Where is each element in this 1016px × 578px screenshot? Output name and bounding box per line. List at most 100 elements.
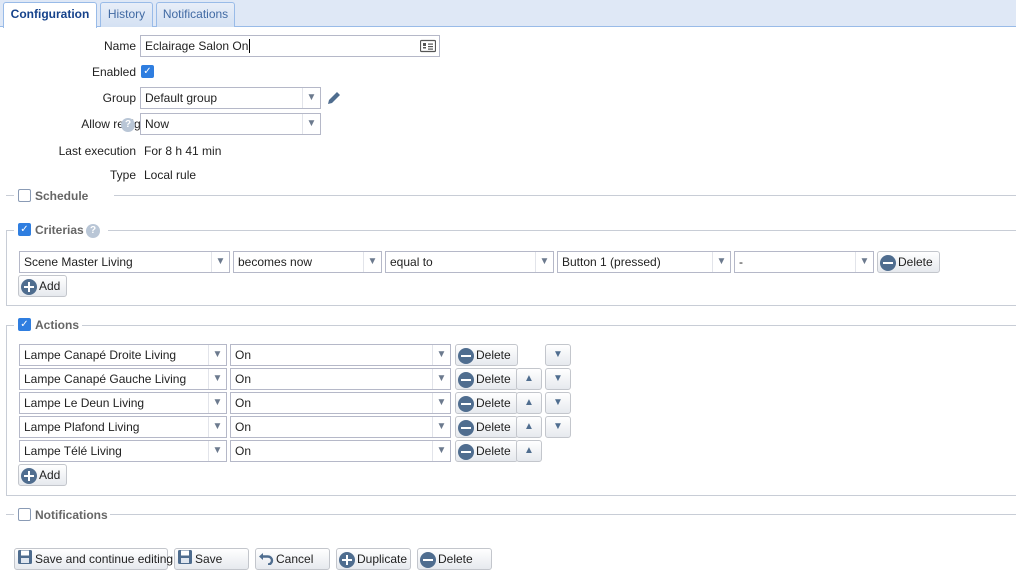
tab-bar: Configuration History Notifications — [0, 0, 1016, 28]
action-state-select[interactable]: On ▼ — [230, 392, 451, 414]
add-label: Add — [39, 279, 61, 293]
edit-pencil-icon[interactable] — [325, 89, 343, 110]
action-device-select[interactable]: Lampe Canapé Gauche Living ▼ — [19, 368, 227, 390]
minus-circle-icon — [458, 395, 474, 412]
criterias-title: Criterias — [35, 223, 84, 237]
retrigger-value: Now — [145, 117, 170, 131]
notifications-checkbox[interactable] — [18, 508, 31, 521]
criteria-add-button[interactable]: Add — [18, 275, 68, 297]
action-device-value: Lampe Le Deun Living — [24, 396, 145, 410]
actions-checkbox[interactable]: ✓ — [18, 318, 31, 331]
save-continue-label: Save and continue editing — [35, 552, 174, 567]
name-value: Eclairage Salon On — [145, 39, 249, 53]
criteria-extra-value: - — [739, 255, 743, 269]
type-value: Local rule — [144, 168, 197, 182]
chevron-down-icon[interactable]: ▼ — [208, 345, 226, 365]
action-add-button[interactable]: Add — [18, 464, 68, 486]
type-label: Type — [109, 168, 136, 182]
action-state-value: On — [235, 444, 252, 458]
move-up-button[interactable]: ▲ — [516, 392, 542, 414]
plus-circle-icon — [21, 278, 37, 295]
action-device-select[interactable]: Lampe Plafond Living ▼ — [19, 416, 227, 438]
action-device-select[interactable]: Lampe Télé Living ▼ — [19, 440, 227, 462]
tab-configuration[interactable]: Configuration — [3, 2, 97, 28]
action-delete-button[interactable]: Delete — [455, 368, 518, 390]
group-value: Default group — [145, 91, 218, 105]
criteria-device-select[interactable]: Scene Master Living ▼ — [19, 251, 230, 273]
move-down-button[interactable]: ▼ — [545, 368, 571, 390]
save-continue-button[interactable]: Save and continue editing — [14, 548, 173, 570]
help-icon[interactable]: ? — [86, 224, 100, 238]
move-up-button[interactable]: ▲ — [516, 368, 542, 390]
cancel-button[interactable]: Cancel — [255, 548, 330, 570]
chevron-down-icon[interactable]: ▼ — [432, 393, 450, 413]
arrow-up-icon: ▲ — [524, 445, 534, 456]
criteria-value-select[interactable]: Button 1 (pressed) ▼ — [557, 251, 731, 273]
arrow-down-icon: ▼ — [553, 373, 563, 384]
tab-history[interactable]: History — [100, 2, 153, 27]
delete-label: Delete — [476, 372, 511, 386]
arrow-down-icon: ▼ — [553, 349, 563, 360]
action-delete-button[interactable]: Delete — [455, 344, 518, 366]
plus-circle-icon — [21, 467, 37, 484]
action-state-select[interactable]: On ▼ — [230, 344, 451, 366]
last-execution-value: For 8 h 41 min — [144, 144, 222, 158]
save-button[interactable]: Save — [174, 548, 249, 570]
chevron-down-icon[interactable]: ▼ — [363, 252, 381, 272]
schedule-checkbox[interactable] — [18, 189, 31, 202]
chevron-down-icon[interactable]: ▼ — [302, 88, 320, 108]
group-select[interactable]: Default group ▼ — [140, 87, 321, 109]
retrigger-select[interactable]: Now ▼ — [140, 113, 321, 135]
minus-circle-icon — [880, 254, 896, 271]
action-delete-button[interactable]: Delete — [455, 392, 518, 414]
criteria-delete-button[interactable]: Delete — [877, 251, 940, 273]
chevron-down-icon[interactable]: ▼ — [208, 393, 226, 413]
chevron-down-icon[interactable]: ▼ — [432, 369, 450, 389]
action-state-select[interactable]: On ▼ — [230, 368, 451, 390]
duplicate-button[interactable]: Duplicate — [336, 548, 411, 570]
move-down-button[interactable]: ▼ — [545, 416, 571, 438]
chevron-down-icon[interactable]: ▼ — [855, 252, 873, 272]
help-icon[interactable]: ? — [121, 118, 135, 132]
cancel-label: Cancel — [276, 552, 314, 567]
criteria-event-select[interactable]: becomes now ▼ — [233, 251, 382, 273]
chevron-down-icon[interactable]: ▼ — [302, 114, 320, 134]
action-delete-button[interactable]: Delete — [455, 416, 518, 438]
criteria-operator-value: equal to — [390, 255, 433, 269]
action-state-select[interactable]: On ▼ — [230, 416, 451, 438]
move-down-button[interactable]: ▼ — [545, 392, 571, 414]
arrow-up-icon: ▲ — [524, 421, 534, 432]
chevron-down-icon[interactable]: ▼ — [432, 345, 450, 365]
chevron-down-icon[interactable]: ▼ — [211, 252, 229, 272]
chevron-down-icon[interactable]: ▼ — [208, 441, 226, 461]
notifications-divider — [6, 514, 1016, 515]
chevron-down-icon[interactable]: ▼ — [712, 252, 730, 272]
criteria-device-value: Scene Master Living — [24, 255, 133, 269]
action-delete-button[interactable]: Delete — [455, 440, 518, 462]
action-device-value: Lampe Télé Living — [24, 444, 122, 458]
chevron-down-icon[interactable]: ▼ — [432, 441, 450, 461]
action-device-select[interactable]: Lampe Canapé Droite Living ▼ — [19, 344, 227, 366]
enabled-checkbox[interactable]: ✓ — [141, 65, 154, 78]
action-state-select[interactable]: On ▼ — [230, 440, 451, 462]
group-label: Group — [102, 91, 136, 105]
contact-card-icon[interactable] — [419, 39, 437, 56]
name-input[interactable]: Eclairage Salon On — [140, 35, 440, 57]
criteria-operator-select[interactable]: equal to ▼ — [385, 251, 554, 273]
chevron-down-icon[interactable]: ▼ — [535, 252, 553, 272]
chevron-down-icon[interactable]: ▼ — [208, 369, 226, 389]
delete-button[interactable]: Delete — [417, 548, 492, 570]
delete-label: Delete — [476, 420, 511, 434]
move-down-button[interactable]: ▼ — [545, 344, 571, 366]
move-up-button[interactable]: ▲ — [516, 416, 542, 438]
move-up-button[interactable]: ▲ — [516, 440, 542, 462]
minus-circle-icon — [458, 419, 474, 436]
arrow-up-icon: ▲ — [524, 373, 534, 384]
tab-notifications[interactable]: Notifications — [156, 2, 235, 27]
criteria-extra-select[interactable]: - ▼ — [734, 251, 874, 273]
criterias-checkbox[interactable]: ✓ — [18, 223, 31, 236]
chevron-down-icon[interactable]: ▼ — [432, 417, 450, 437]
action-device-value: Lampe Canapé Droite Living — [24, 348, 177, 362]
chevron-down-icon[interactable]: ▼ — [208, 417, 226, 437]
action-device-select[interactable]: Lampe Le Deun Living ▼ — [19, 392, 227, 414]
